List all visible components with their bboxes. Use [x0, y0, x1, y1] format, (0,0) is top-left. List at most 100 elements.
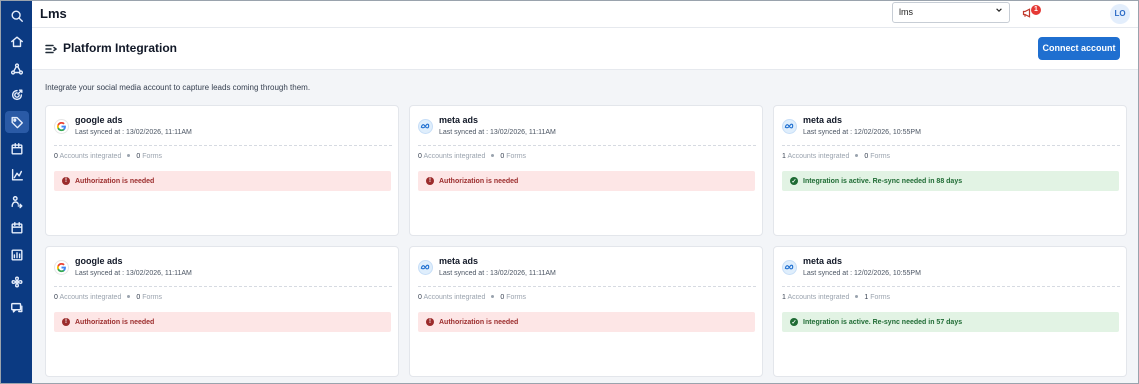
- forms-count: 0: [500, 153, 505, 160]
- accounts-count: 1: [782, 153, 786, 160]
- integration-card[interactable]: google ads Last synced at : 13/02/2026, …: [45, 105, 399, 236]
- sidebar-calendar-icon[interactable]: [5, 217, 29, 239]
- forms-label: Forms: [870, 294, 891, 301]
- meta-logo-icon: [418, 119, 433, 134]
- separator-dot: [127, 295, 131, 298]
- accounts-label: Accounts integrated: [423, 153, 486, 160]
- sidebar-chart-icon[interactable]: [5, 164, 29, 186]
- accounts-count: 0: [54, 153, 58, 160]
- separator-dot: [491, 295, 495, 298]
- alert-icon: !: [62, 318, 70, 326]
- status-text: Authorization is needed: [75, 177, 155, 185]
- status-banner-error: ! Authorization is needed: [54, 312, 391, 332]
- intro-text: Integrate your social media account to c…: [45, 83, 311, 92]
- card-last-synced: Last synced at : 13/02/2026, 11:11AM: [439, 129, 556, 136]
- alert-icon: !: [62, 177, 70, 185]
- forms-label: Forms: [506, 294, 527, 301]
- sidebar-message-icon[interactable]: [5, 297, 29, 319]
- card-divider: [782, 286, 1120, 287]
- integration-card[interactable]: google ads Last synced at : 13/02/2026, …: [45, 246, 399, 377]
- card-platform-name: google ads: [75, 115, 123, 125]
- card-divider: [54, 286, 392, 287]
- status-text: Integration is active. Re-sync needed in…: [803, 318, 963, 326]
- notification-button[interactable]: 1: [1022, 5, 1042, 23]
- sidebar-search-icon[interactable]: [5, 5, 29, 27]
- card-last-synced: Last synced at : 13/02/2026, 11:11AM: [439, 270, 556, 277]
- separator-dot: [855, 154, 859, 157]
- sidebar-box-icon[interactable]: [5, 138, 29, 160]
- connect-account-button[interactable]: Connect account: [1038, 37, 1120, 60]
- notification-badge: 1: [1031, 5, 1041, 15]
- card-platform-name: meta ads: [803, 256, 843, 266]
- status-text: Authorization is needed: [439, 177, 519, 185]
- alert-icon: !: [426, 177, 434, 185]
- separator-dot: [855, 295, 859, 298]
- sidebar-tag-icon[interactable]: [5, 111, 29, 133]
- status-banner-error: ! Authorization is needed: [418, 171, 755, 191]
- integration-card[interactable]: meta ads Last synced at : 12/02/2026, 10…: [773, 246, 1127, 377]
- sidebar-report-icon[interactable]: [5, 244, 29, 266]
- menu-collapse-icon[interactable]: [45, 42, 58, 54]
- separator-dot: [127, 154, 131, 157]
- integration-card[interactable]: meta ads Last synced at : 13/02/2026, 11…: [409, 246, 763, 377]
- forms-count: 0: [136, 153, 141, 160]
- accounts-count: 0: [54, 294, 58, 301]
- card-stats: 0 Accounts integrated 0 Forms: [418, 294, 526, 301]
- sidebar-user-flow-icon[interactable]: [5, 191, 29, 213]
- card-divider: [418, 286, 756, 287]
- card-stats: 0 Accounts integrated 0 Forms: [54, 153, 162, 160]
- separator-dot: [491, 154, 495, 157]
- card-last-synced: Last synced at : 12/02/2026, 10:55PM: [803, 270, 921, 277]
- top-bar: Lms lms 1 LO: [32, 1, 1138, 28]
- forms-count: 0: [136, 294, 141, 301]
- chevron-down-icon: [996, 8, 1002, 12]
- accounts-label: Accounts integrated: [59, 153, 122, 160]
- alert-icon: !: [426, 318, 434, 326]
- google-logo-icon: [54, 119, 69, 134]
- status-banner-active: ✓ Integration is active. Re-sync needed …: [782, 312, 1119, 332]
- app-title: Lms: [40, 6, 67, 21]
- sidebar-fan-icon[interactable]: [5, 271, 29, 293]
- workspace-select-value: lms: [899, 7, 913, 17]
- integration-card[interactable]: meta ads Last synced at : 12/02/2026, 10…: [773, 105, 1127, 236]
- sidebar-target-icon[interactable]: [5, 84, 29, 106]
- meta-logo-icon: [418, 260, 433, 275]
- card-stats: 1 Accounts integrated 0 Forms: [782, 153, 890, 160]
- card-last-synced: Last synced at : 13/02/2026, 11:11AM: [75, 129, 192, 136]
- accounts-label: Accounts integrated: [423, 294, 486, 301]
- card-divider: [418, 145, 756, 146]
- forms-label: Forms: [870, 153, 891, 160]
- accounts-count: 1: [782, 294, 786, 301]
- status-text: Authorization is needed: [439, 318, 519, 326]
- card-stats: 1 Accounts integrated 1 Forms: [782, 294, 890, 301]
- user-avatar[interactable]: LO: [1110, 4, 1130, 24]
- card-platform-name: google ads: [75, 256, 123, 266]
- status-text: Integration is active. Re-sync needed in…: [803, 177, 963, 185]
- meta-logo-icon: [782, 119, 797, 134]
- google-logo-icon: [54, 260, 69, 275]
- card-last-synced: Last synced at : 13/02/2026, 11:11AM: [75, 270, 192, 277]
- forms-count: 0: [500, 294, 505, 301]
- card-platform-name: meta ads: [439, 115, 479, 125]
- forms-count: 0: [864, 153, 869, 160]
- accounts-count: 0: [418, 153, 422, 160]
- status-banner-error: ! Authorization is needed: [54, 171, 391, 191]
- check-circle-icon: ✓: [790, 318, 798, 326]
- accounts-label: Accounts integrated: [787, 153, 850, 160]
- status-banner-error: ! Authorization is needed: [418, 312, 755, 332]
- sidebar: [1, 1, 32, 383]
- status-text: Authorization is needed: [75, 318, 155, 326]
- sidebar-network-icon[interactable]: [5, 58, 29, 80]
- page-title: Platform Integration: [63, 41, 178, 55]
- main-content: Integrate your social media account to c…: [32, 70, 1138, 383]
- forms-count: 1: [864, 294, 869, 301]
- accounts-count: 0: [418, 294, 422, 301]
- card-divider: [54, 145, 392, 146]
- forms-label: Forms: [506, 153, 527, 160]
- card-stats: 0 Accounts integrated 0 Forms: [54, 294, 162, 301]
- status-banner-active: ✓ Integration is active. Re-sync needed …: [782, 171, 1119, 191]
- sidebar-home-icon[interactable]: [5, 31, 29, 53]
- forms-label: Forms: [142, 294, 163, 301]
- workspace-select[interactable]: lms: [892, 2, 1010, 23]
- integration-card[interactable]: meta ads Last synced at : 13/02/2026, 11…: [409, 105, 763, 236]
